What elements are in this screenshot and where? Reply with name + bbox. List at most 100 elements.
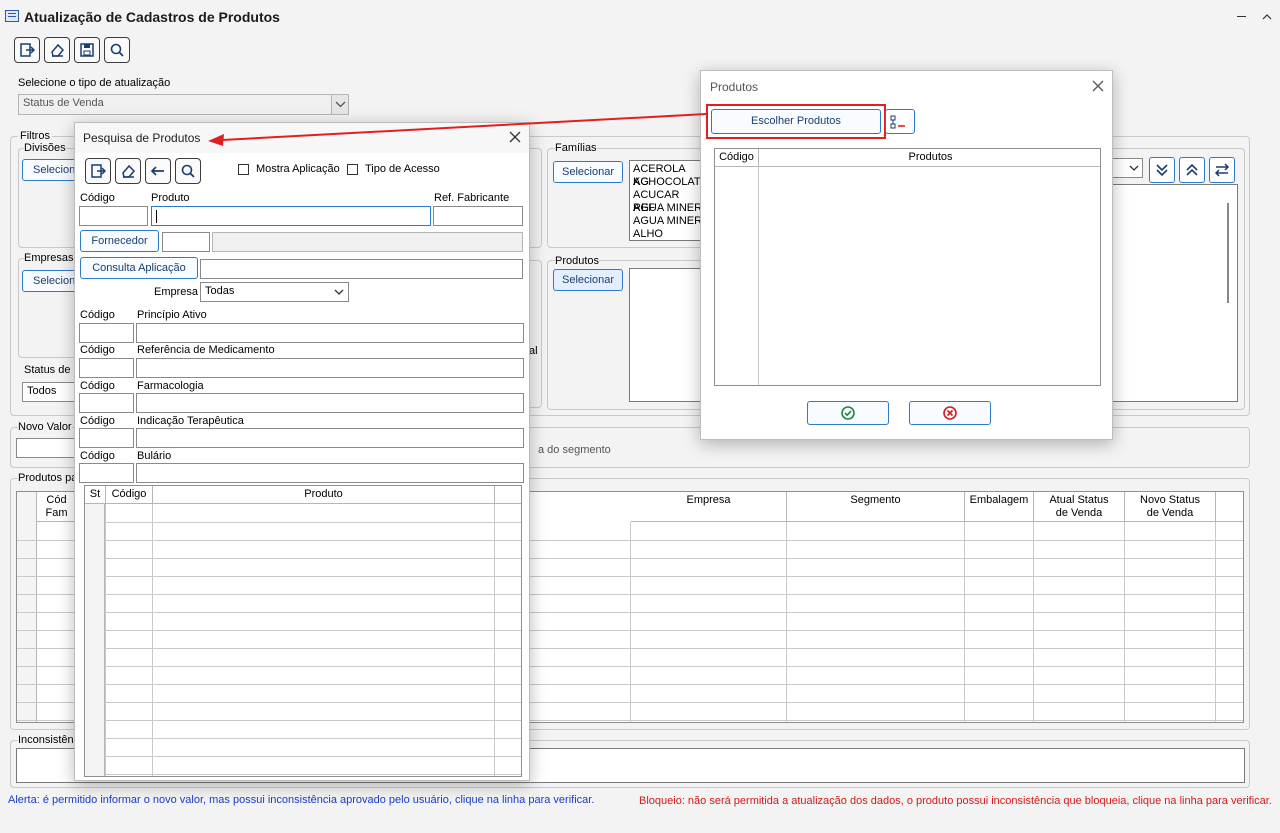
divisoes-label: Divisões (24, 142, 66, 154)
familias-item[interactable]: ACHOCOLATA (633, 176, 703, 189)
col-header-novo-status[interactable]: Novo Status de Venda (1125, 492, 1216, 522)
fornecedor-code-input[interactable] (162, 232, 210, 252)
familias-item[interactable]: AGUA MINER (633, 202, 702, 215)
save-button[interactable] (74, 37, 100, 63)
grid-row-line (85, 774, 521, 775)
indicacao-label: Indicação Terapêutica (137, 415, 244, 427)
col-header-produto[interactable]: Produto (153, 486, 495, 504)
fornecedor-button[interactable]: Fornecedor (80, 230, 159, 252)
move-up-button[interactable] (1179, 157, 1205, 183)
bulario-label: Bulário (137, 450, 172, 462)
scrollbar[interactable] (1227, 203, 1229, 303)
search-button[interactable] (104, 37, 130, 63)
consulta-aplicacao-button[interactable]: Consulta Aplicação (80, 257, 198, 279)
col-header-empresa[interactable]: Empresa (631, 492, 787, 522)
col-header-codigo[interactable]: Código (106, 486, 153, 504)
search-results-grid[interactable]: St Código Produto (84, 485, 522, 777)
mostra-aplicacao-checkbox[interactable] (238, 164, 249, 175)
app-icon (5, 10, 19, 22)
familias-item[interactable]: ALHO GRANE (633, 228, 703, 240)
tipo-acesso-label: Tipo de Acesso (365, 163, 440, 175)
swap-icon (1214, 163, 1230, 177)
grid-row-line (85, 594, 521, 595)
exit-button[interactable] (14, 37, 40, 63)
produto-input[interactable] (151, 206, 431, 226)
eraser-icon (122, 164, 136, 178)
referencia-codigo-input[interactable] (79, 358, 134, 378)
mostra-aplicacao-label: Mostra Aplicação (256, 163, 340, 175)
col-header-cod[interactable]: Cód Fam (37, 492, 77, 522)
choose-products-button[interactable]: Escolher Produtos (711, 109, 881, 134)
dialog-title: Pesquisa de Produtos (83, 131, 201, 145)
dialog-search-button[interactable] (175, 158, 201, 184)
ref-fabricante-input[interactable] (433, 206, 523, 226)
block-message: Bloqueio: não será permitida a atualizaç… (639, 795, 1272, 807)
principio-codigo-input[interactable] (79, 323, 134, 343)
save-icon (80, 43, 94, 57)
farmacologia-input[interactable] (136, 393, 524, 413)
minimize-icon[interactable] (1237, 16, 1246, 17)
referencia-medicamento-input[interactable] (136, 358, 524, 378)
dialog-clear-button[interactable] (115, 158, 141, 184)
grid-row-line (85, 738, 521, 739)
grid-col-line (1033, 522, 1034, 722)
update-type-select[interactable]: Status de Venda (18, 94, 349, 115)
produtos-dialog-grid[interactable]: Código Produtos (714, 148, 1101, 386)
grid-row-line (85, 702, 521, 703)
grid-col-line (105, 504, 106, 776)
remove-list-button[interactable] (885, 109, 915, 134)
consulta-aplicacao-input[interactable] (200, 259, 523, 279)
new-value-input[interactable] (16, 438, 78, 458)
col-header-produtos[interactable]: Produtos (759, 149, 1100, 167)
clear-button[interactable] (44, 37, 70, 63)
double-chevron-down-icon (1156, 164, 1168, 177)
maximize-icon[interactable] (1262, 11, 1272, 20)
referencia-medicamento-label: Referência de Medicamento (137, 344, 275, 356)
move-down-button[interactable] (1149, 157, 1175, 183)
alert-message: Alerta: é permitido informar o novo valo… (8, 794, 595, 806)
principio-ativo-input[interactable] (136, 323, 524, 343)
products-grid-label: Produtos pa (18, 472, 78, 484)
familias-item[interactable]: AGUA MINER (633, 215, 702, 228)
middle-group-2 (528, 260, 542, 408)
close-icon[interactable] (509, 131, 521, 146)
familias-list[interactable]: ACEROLA KG ACHOCOLATA ACUCAR REF AGUA MI… (629, 160, 704, 241)
col-header-segmento[interactable]: Segmento (787, 492, 965, 522)
status-select[interactable]: Todos (22, 382, 78, 402)
col-header-codigo[interactable]: Código (715, 149, 759, 167)
indicacao-codigo-input[interactable] (79, 428, 134, 448)
ref-fabricante-label: Ref. Fabricante (434, 192, 510, 204)
filters-label: Filtros (18, 130, 52, 142)
text-cursor (156, 210, 157, 223)
tipo-acesso-checkbox[interactable] (347, 164, 358, 175)
farmacologia-codigo-input[interactable] (79, 393, 134, 413)
produtos-filter-list[interactable] (629, 268, 704, 402)
col-header-st[interactable]: St (85, 486, 106, 504)
right-filter-list[interactable] (1108, 184, 1238, 402)
dialog-back-button[interactable] (145, 158, 171, 184)
col-header-embalagem[interactable]: Embalagem (965, 492, 1034, 522)
familias-select-button[interactable]: Selecionar (553, 161, 623, 183)
close-icon[interactable] (1092, 80, 1104, 95)
bulario-input[interactable] (136, 463, 524, 483)
produtos-dialog: Produtos Escolher Produtos Código Produt… (700, 70, 1113, 440)
divisoes-select-button[interactable]: Selecionar (22, 159, 78, 181)
swap-button[interactable] (1209, 157, 1235, 183)
col-header-atual-status[interactable]: Atual Status de Venda (1034, 492, 1125, 522)
inconsistencias-label: Inconsistên (18, 734, 74, 746)
empresa-select[interactable]: Todas (200, 282, 349, 302)
right-filter-select[interactable] (1108, 158, 1143, 178)
cancel-button[interactable] (909, 401, 991, 425)
confirm-button[interactable] (807, 401, 889, 425)
bulario-codigo-input[interactable] (79, 463, 134, 483)
codigo-input[interactable] (79, 206, 148, 226)
indicacao-codigo-label: Código (80, 415, 115, 427)
produtos-select-button[interactable]: Selecionar (553, 269, 623, 291)
col-header-filler (1216, 492, 1243, 522)
indicacao-input[interactable] (136, 428, 524, 448)
empresas-select-button[interactable]: Selecionar (22, 270, 78, 292)
col-header-filler (495, 486, 521, 504)
chevron-down-icon (333, 286, 345, 301)
bulario-codigo-label: Código (80, 450, 115, 462)
dialog-exit-button[interactable] (85, 158, 111, 184)
